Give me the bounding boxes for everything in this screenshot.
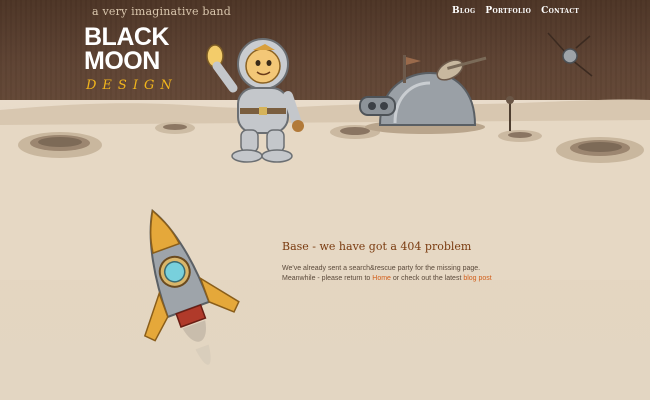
astronaut-illustration <box>206 38 304 163</box>
error-headline: Base - we have got a 404 problem <box>282 240 472 253</box>
satellite-illustration <box>547 32 593 77</box>
page: a very imaginative band BLACK MOON DESIG… <box>0 0 650 400</box>
moon-base-dome <box>359 55 487 134</box>
tagline: a very imaginative band <box>92 5 231 18</box>
nav-link-portfolio[interactable]: Portfolio <box>485 6 531 16</box>
logo-line-design[interactable]: DESIGN <box>86 78 178 93</box>
nav-link-contact[interactable]: Contact <box>541 6 579 16</box>
error-message-line1: We've already sent a search&rescue party… <box>282 265 481 272</box>
line2-prefix: Meanwhile - please return to <box>282 275 373 282</box>
rocket-illustration <box>143 208 240 365</box>
home-link[interactable]: Home <box>372 275 391 282</box>
crater-right <box>556 137 644 163</box>
crater-small-left <box>155 122 195 134</box>
line2-middle: or check out the latest <box>390 275 464 282</box>
antenna-illustration <box>506 96 514 131</box>
blog-post-link[interactable]: blog post <box>463 275 491 282</box>
nav-link-blog[interactable]: Blog <box>452 6 475 16</box>
logo-line-moon[interactable]: MOON <box>84 49 160 74</box>
crater-left <box>18 132 102 158</box>
top-navigation: Blog Portfolio Contact <box>452 6 579 16</box>
error-message-line2: Meanwhile - please return to Home or che… <box>282 275 492 282</box>
